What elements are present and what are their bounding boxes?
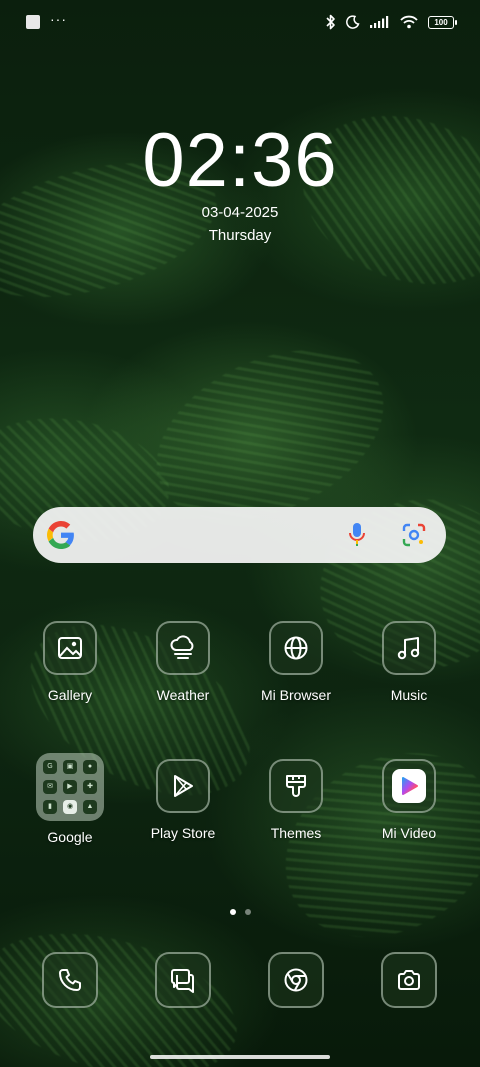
video-play-icon — [382, 759, 436, 813]
clock-time: 02:36 — [142, 118, 338, 203]
do-not-disturb-moon-icon — [346, 15, 360, 29]
notification-icon — [26, 15, 40, 29]
app-label: Gallery — [47, 687, 93, 703]
brush-icon — [269, 759, 323, 813]
app-play-store[interactable]: Play Store — [128, 759, 238, 841]
page-indicator[interactable] — [0, 909, 480, 915]
play-store-icon — [156, 759, 210, 813]
assistant-mini-icon: ● — [83, 760, 97, 774]
home-gesture-bar[interactable] — [150, 1055, 330, 1059]
wifi-icon — [400, 15, 418, 29]
app-music[interactable]: Music — [354, 621, 464, 703]
drive-mini-icon: ▲ — [83, 800, 97, 814]
dock-camera[interactable] — [354, 952, 464, 1008]
wallpaper-foliage — [252, 716, 480, 974]
page-dot-active — [229, 909, 236, 915]
app-folder-google[interactable]: G ▣ ● ✉ ▶ ✚ ▮ ◉ ▲ Google — [15, 753, 125, 845]
bluetooth-icon — [326, 14, 335, 30]
camera-icon — [381, 952, 437, 1008]
clock-widget[interactable]: 02:36 03-04-2025 Thursday — [0, 118, 480, 244]
lens-icon[interactable] — [402, 523, 426, 547]
app-themes[interactable]: Themes — [241, 759, 351, 841]
gmail-mini-icon: ✉ — [43, 780, 57, 794]
app-label: Weather — [156, 687, 210, 703]
dock-chrome[interactable] — [241, 952, 351, 1008]
google-mini-icon: G — [43, 760, 57, 774]
meet-mini-icon: ▣ — [63, 760, 77, 774]
duo-mini-icon: ◉ — [63, 800, 77, 814]
messages-icon — [155, 952, 211, 1008]
clock-day: Thursday — [208, 227, 272, 244]
files-mini-icon: ▮ — [43, 800, 57, 814]
app-mi-browser[interactable]: Mi Browser — [241, 621, 351, 703]
app-label: Google — [47, 829, 93, 845]
home-screen: ··· 100 02:36 03-04-2025 Thursday Galler… — [0, 0, 480, 1067]
app-mi-video[interactable]: Mi Video — [354, 759, 464, 841]
app-weather[interactable]: Weather — [128, 621, 238, 703]
photos-mini-icon: ✚ — [83, 780, 97, 794]
app-label: Mi Browser — [260, 687, 331, 703]
folder-icon: G ▣ ● ✉ ▶ ✚ ▮ ◉ ▲ — [36, 753, 104, 821]
google-logo-icon — [47, 521, 75, 549]
signal-icon — [370, 16, 389, 28]
app-label: Mi Video — [381, 825, 437, 841]
dock-messages[interactable] — [128, 952, 238, 1008]
page-dot — [244, 909, 251, 915]
microphone-icon[interactable] — [348, 522, 366, 548]
music-note-icon — [382, 621, 436, 675]
google-search-bar[interactable] — [33, 507, 446, 563]
app-label: Themes — [270, 825, 322, 841]
more-notifications-icon: ··· — [50, 11, 67, 27]
clock-date: 03-04-2025 — [201, 204, 279, 221]
battery-icon: 100 — [428, 15, 457, 29]
weather-icon — [156, 621, 210, 675]
dock-phone[interactable] — [15, 952, 125, 1008]
globe-icon — [269, 621, 323, 675]
phone-icon — [42, 952, 98, 1008]
app-label: Play Store — [150, 825, 216, 841]
app-label: Music — [390, 687, 428, 703]
gallery-icon — [43, 621, 97, 675]
status-bar[interactable]: ··· 100 — [26, 10, 457, 34]
chrome-icon — [268, 952, 324, 1008]
youtube-mini-icon: ▶ — [63, 780, 77, 794]
app-gallery[interactable]: Gallery — [15, 621, 125, 703]
